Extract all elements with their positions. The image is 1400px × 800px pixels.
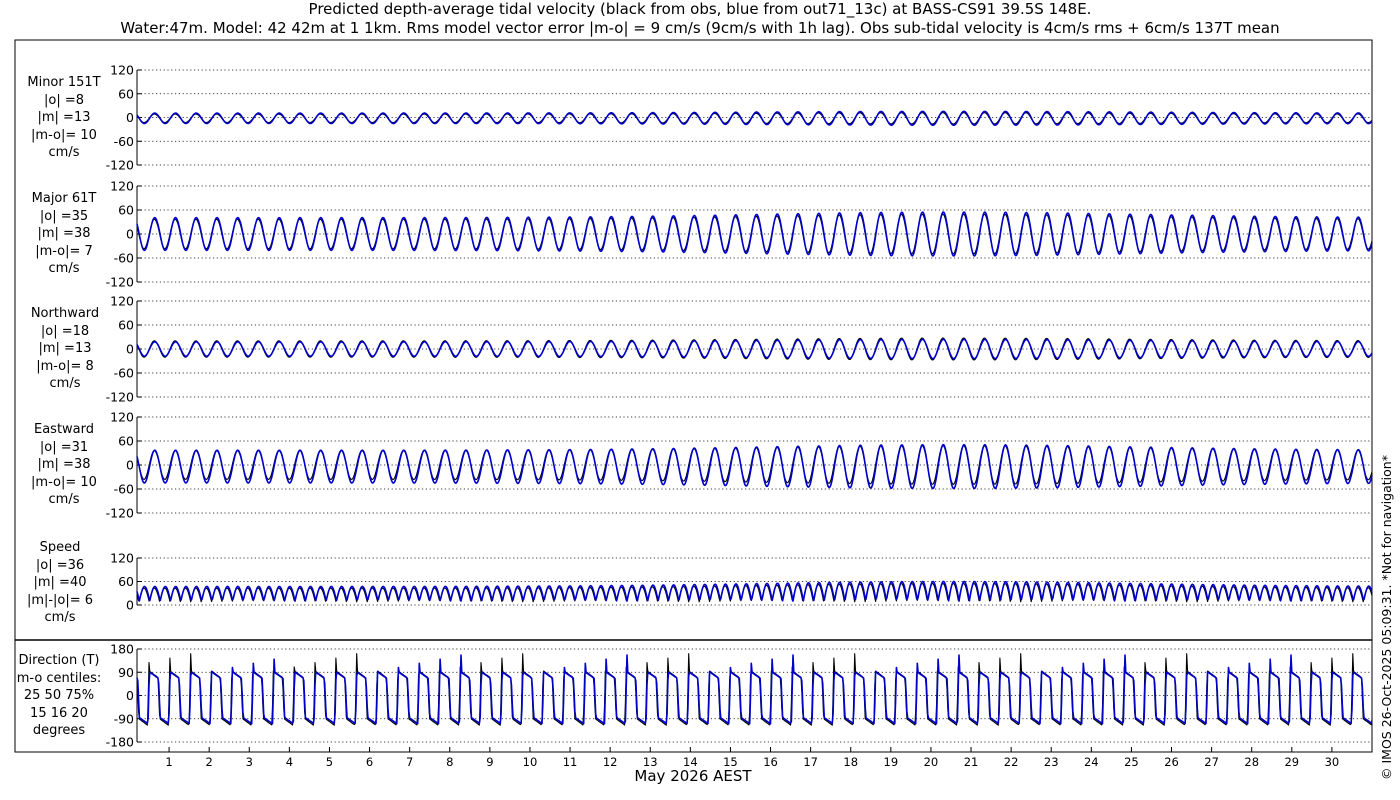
panel-label-line: |m| =38 bbox=[37, 457, 91, 472]
panel-label-direction: Direction (T) m-o centiles: 25 50 75% 15 16… bbox=[4, 652, 114, 740]
panel-label-line: cm/s bbox=[48, 145, 80, 160]
y-tick-label: 90 bbox=[118, 665, 134, 680]
panel-label-line: Minor 151T bbox=[27, 75, 101, 90]
y-tick-label: -90 bbox=[114, 711, 134, 726]
y-tick-label: 0 bbox=[126, 688, 134, 703]
panel-label-line: |m| =40 bbox=[33, 575, 87, 590]
panel-label-line: |o| =31 bbox=[39, 439, 89, 455]
panel-label-line: cm/s bbox=[49, 376, 81, 391]
panel-direction: -180-90090180 bbox=[106, 642, 1373, 750]
series-line-model bbox=[136, 110, 1373, 126]
panel-label-line: Northward bbox=[30, 306, 100, 321]
y-tick-label: 60 bbox=[118, 86, 134, 101]
panel-label-line: 15 16 20 bbox=[30, 705, 88, 721]
panel-label-line: |m-o|= 10 bbox=[31, 127, 97, 143]
panel-label-eastward: Eastward |o| =31 |m| =38 |m-o|= 10 cm/s bbox=[9, 421, 119, 509]
panel-label-northward: Northward |o| =18 |m| =13 |m-o|= 8 cm/s bbox=[10, 305, 120, 393]
panel-label-line: 25 50 75% bbox=[23, 688, 95, 703]
panel-label-line: |o| =18 bbox=[40, 323, 90, 339]
panel-label-line: cm/s bbox=[48, 261, 80, 276]
panel-speed: 060120 bbox=[110, 551, 1373, 613]
panel-label-line: |o| =36 bbox=[35, 557, 85, 573]
panel-label-line: Eastward bbox=[33, 422, 95, 437]
x-axis-label: May 2026 AEST bbox=[634, 767, 752, 785]
panel-label-line: |m-o|= 10 bbox=[31, 474, 97, 490]
panel-label-line: |m-o|= 8 bbox=[36, 358, 94, 374]
y-tick-label: 60 bbox=[118, 318, 134, 333]
figure-frame bbox=[14, 39, 1373, 753]
copyright-note: © IMOS 26-Oct-2025 05:09:31. *Not for na… bbox=[1379, 455, 1394, 780]
panel-label-line: Direction (T) bbox=[18, 653, 100, 668]
y-tick-label: 0 bbox=[126, 342, 134, 357]
panel-label-major: Major 61T |o| =35 |m| =38 |m-o|= 7 cm/s bbox=[9, 190, 119, 278]
panel-major: -120-60060120 bbox=[106, 179, 1373, 290]
y-tick-label: 0 bbox=[126, 110, 134, 125]
panel-label-line: Speed bbox=[39, 540, 81, 555]
panel-label-speed: Speed |o| =36 |m| =40 |m|-|o|= 6 cm/s bbox=[5, 539, 115, 627]
panel-label-line: cm/s bbox=[48, 492, 80, 507]
panel-label-line: |m|-|o|= 6 bbox=[26, 592, 94, 608]
panel-label-line: |m| =13 bbox=[38, 341, 92, 356]
panel-label-line: |o| =8 bbox=[43, 92, 84, 108]
panel-minor: -120-60060120 bbox=[106, 63, 1373, 173]
series-line-model bbox=[136, 443, 1373, 490]
y-tick-label: 60 bbox=[118, 203, 134, 218]
y-tick-label: 0 bbox=[126, 458, 134, 473]
series-line-model bbox=[136, 338, 1373, 360]
figure-canvas: 1 2 3 4 5 6 7 8 9 10 11 12 13 14 15 16 17 18 19 20 21 22 23 24 2… bbox=[14, 39, 1373, 769]
panel-label-line: |m-o|= 7 bbox=[35, 243, 93, 259]
panel-label-line: |m| =38 bbox=[37, 226, 91, 241]
y-tick-label: 0 bbox=[126, 598, 134, 613]
y-tick-label: 60 bbox=[118, 574, 134, 589]
series-line-model bbox=[136, 211, 1373, 257]
panel-label-line: m-o centiles: bbox=[16, 670, 102, 686]
panel-label-line: |m| =13 bbox=[37, 110, 91, 125]
panel-northward: -120-60060120 bbox=[106, 294, 1373, 405]
panel-label-line: cm/s bbox=[44, 610, 76, 625]
panel-label-line: degrees bbox=[32, 723, 86, 738]
panel-eastward: -120-60060120 bbox=[106, 410, 1373, 521]
panel-label-line: Major 61T bbox=[31, 191, 97, 206]
y-tick-label: 0 bbox=[126, 227, 134, 242]
panel-label-line: |o| =35 bbox=[39, 208, 89, 224]
y-tick-label: 60 bbox=[118, 434, 134, 449]
panel-label-minor: Minor 151T |o| =8 |m| =13 |m-o|= 10 cm/s bbox=[9, 74, 119, 162]
